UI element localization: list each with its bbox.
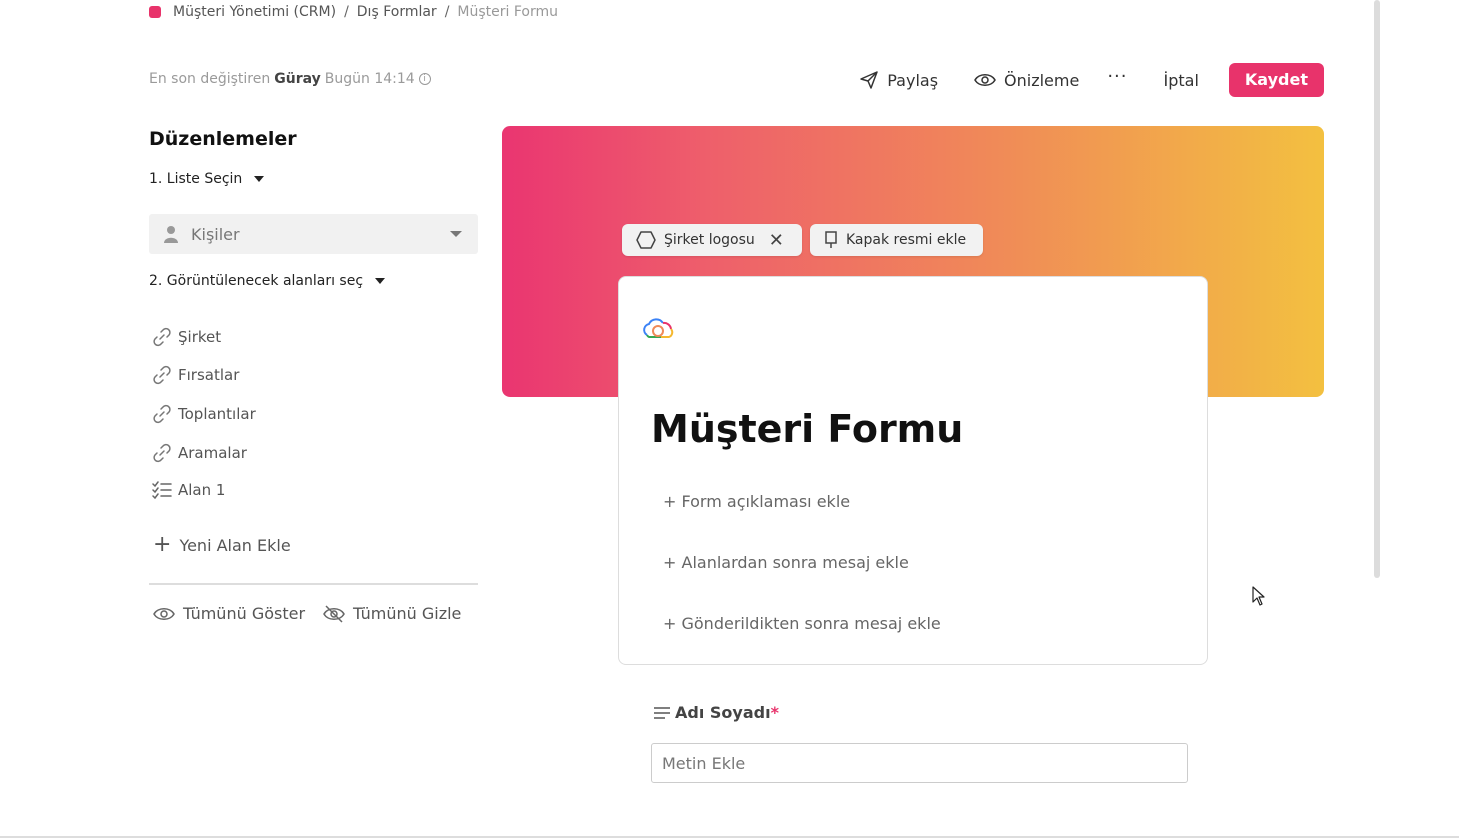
preview-label: Önizleme — [1004, 70, 1080, 90]
send-icon — [860, 71, 878, 89]
breadcrumb-separator: / — [344, 4, 349, 20]
field-item-label: Şirket — [178, 328, 222, 346]
list-select[interactable]: Kişiler — [149, 214, 478, 254]
breadcrumb: Müşteri Yönetimi (CRM) / Dış Formlar / M… — [149, 4, 558, 20]
breadcrumb-item-external-forms[interactable]: Dış Formlar — [357, 4, 437, 20]
add-field-label: Yeni Alan Ekle — [179, 535, 291, 555]
required-marker: * — [770, 703, 779, 722]
cancel-button[interactable]: İptal — [1164, 71, 1199, 90]
add-after-submit-message-link[interactable]: + Gönderildikten sonra mesaj ekle — [663, 614, 941, 633]
field-item-label: Aramalar — [178, 444, 247, 462]
add-description-link[interactable]: + Form açıklaması ekle — [663, 492, 850, 511]
company-logo[interactable] — [641, 317, 677, 345]
eye-icon — [153, 607, 175, 620]
add-field-button[interactable]: + Yeni Alan Ekle — [153, 532, 291, 557]
form-title[interactable]: Müşteri Formu — [651, 407, 963, 451]
show-all-button[interactable]: Tümünü Göster — [153, 604, 305, 623]
info-icon[interactable]: i — [418, 73, 431, 85]
field-item-opportunities[interactable]: Fırsatlar — [152, 365, 239, 385]
app-color-dot — [149, 6, 161, 18]
step-select-list[interactable]: 1. Liste Seçin — [149, 171, 265, 187]
modified-time: Bugün 14:14 — [324, 71, 415, 87]
hide-all-button[interactable]: Tümünü Gizle — [323, 604, 461, 623]
list-select-value: Kişiler — [191, 224, 240, 244]
share-button[interactable]: Paylaş — [859, 70, 938, 90]
field-item-field-1[interactable]: Alan 1 — [152, 481, 225, 499]
question-label-text: Adı Soyadı — [675, 703, 771, 722]
more-options-button[interactable]: ··· — [1107, 66, 1127, 87]
field-item-meetings[interactable]: Toplantılar — [152, 404, 256, 424]
save-button[interactable]: Kaydet — [1228, 63, 1324, 97]
field-item-label: Alan 1 — [178, 481, 226, 499]
show-all-label: Tümünü Göster — [183, 604, 306, 623]
breadcrumb-item-crm[interactable]: Müşteri Yönetimi (CRM) — [173, 4, 336, 20]
sidebar-title: Düzenlemeler — [149, 128, 297, 150]
add-after-fields-message-link[interactable]: + Alanlardan sonra mesaj ekle — [663, 553, 909, 572]
add-cover-chip[interactable]: Kapak resmi ekle — [810, 224, 983, 256]
toolbar: Paylaş Önizleme ··· İptal Kaydet — [823, 63, 1324, 97]
modified-user: Güray — [274, 71, 321, 87]
chevron-down-icon — [450, 231, 462, 237]
field-item-company[interactable]: Şirket — [152, 327, 221, 347]
plus-icon: + — [153, 532, 172, 557]
link-icon — [153, 443, 171, 463]
step-select-fields-label: 2. Görüntülenecek alanları seç — [149, 273, 364, 289]
hide-all-label: Tümünü Gizle — [353, 604, 462, 623]
person-icon — [164, 226, 178, 243]
add-cover-label: Kapak resmi ekle — [846, 232, 967, 248]
hexagon-icon — [636, 231, 656, 249]
breadcrumb-item-current: Müşteri Formu — [457, 4, 558, 20]
breadcrumb-separator: / — [444, 4, 450, 20]
share-label: Paylaş — [887, 70, 939, 90]
link-icon — [153, 327, 171, 347]
eye-icon — [974, 74, 996, 86]
step-select-list-label: 1. Liste Seçin — [149, 171, 243, 187]
image-icon — [825, 231, 837, 248]
field-item-label: Toplantılar — [178, 405, 256, 423]
mouse-cursor-icon — [1252, 586, 1266, 610]
step-select-fields[interactable]: 2. Görüntülenecek alanları seç — [149, 273, 386, 289]
cloud-logo-icon — [643, 318, 674, 338]
eye-off-icon — [323, 604, 345, 623]
link-icon — [153, 365, 171, 385]
sidebar-divider — [149, 583, 478, 585]
last-modified: En son değiştiren Güray Bugün 14:14 i — [149, 71, 431, 87]
link-icon — [153, 404, 171, 424]
company-logo-chip[interactable]: Şirket logosu ✕ — [622, 224, 802, 256]
form-card: Müşteri Formu + Form açıklaması ekle + A… — [618, 276, 1208, 665]
preview-button[interactable]: Önizleme — [974, 71, 1079, 90]
caret-down-icon — [375, 278, 386, 284]
company-logo-label: Şirket logosu — [664, 232, 755, 248]
visibility-controls: Tümünü Göster Tümünü Gizle — [153, 604, 479, 623]
checklist-icon — [152, 481, 172, 499]
field-item-calls[interactable]: Aramalar — [152, 443, 247, 463]
scrollbar[interactable] — [1374, 0, 1380, 578]
modified-prefix: En son değiştiren — [149, 71, 271, 87]
close-icon[interactable]: ✕ — [769, 230, 784, 251]
name-input[interactable]: Metin Ekle — [651, 743, 1188, 783]
field-item-label: Fırsatlar — [178, 366, 240, 384]
caret-down-icon — [254, 176, 265, 182]
question-label: Adı Soyadı * — [653, 703, 779, 722]
text-lines-icon — [654, 706, 670, 719]
